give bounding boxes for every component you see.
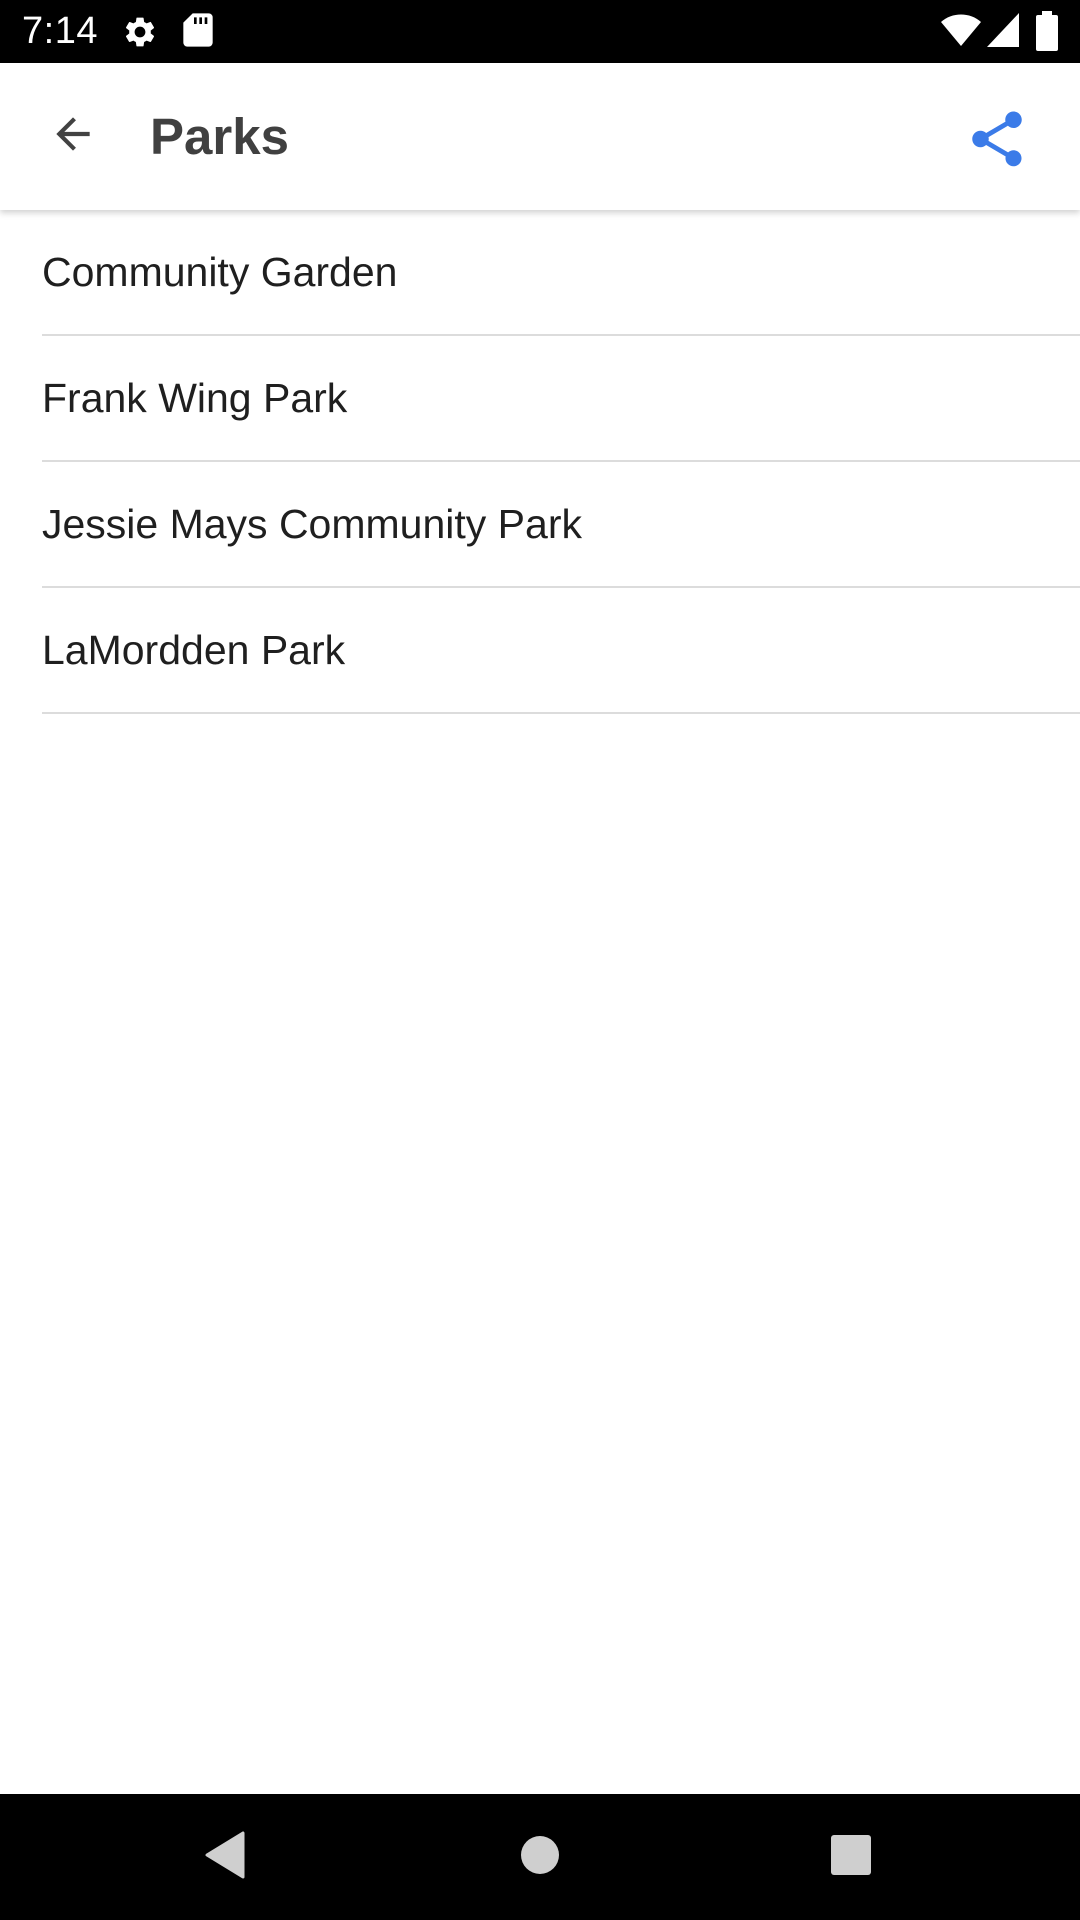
list-item[interactable]: Community Garden xyxy=(42,210,1080,336)
sd-card-icon xyxy=(182,12,214,53)
back-button[interactable] xyxy=(36,99,110,173)
wifi-icon xyxy=(940,13,982,52)
page-title: Parks xyxy=(150,108,289,165)
system-nav-bar xyxy=(0,1794,1080,1920)
battery-icon xyxy=(1036,11,1058,56)
back-triangle-icon xyxy=(203,1831,247,1884)
parks-list: Community Garden Frank Wing Park Jessie … xyxy=(0,210,1080,714)
share-icon xyxy=(964,106,1030,177)
recents-square-icon xyxy=(830,1834,872,1881)
list-item-label: Community Garden xyxy=(42,249,398,295)
home-circle-icon xyxy=(519,1834,561,1881)
status-time: 7:14 xyxy=(22,10,98,52)
share-button[interactable] xyxy=(955,99,1039,183)
arrow-back-icon xyxy=(48,109,98,164)
list-item-label: LaMordden Park xyxy=(42,627,346,673)
list-item[interactable]: LaMordden Park xyxy=(42,588,1080,714)
list-item[interactable]: Frank Wing Park xyxy=(42,336,1080,462)
settings-icon xyxy=(122,14,158,55)
nav-home-button[interactable] xyxy=(495,1812,585,1902)
nav-back-button[interactable] xyxy=(180,1812,270,1902)
nav-recents-button[interactable] xyxy=(806,1812,896,1902)
list-item-label: Jessie Mays Community Park xyxy=(42,501,582,547)
cell-signal-icon xyxy=(986,12,1020,53)
list-item-label: Frank Wing Park xyxy=(42,375,348,421)
list-item[interactable]: Jessie Mays Community Park xyxy=(42,462,1080,588)
app-bar: Parks xyxy=(0,63,1080,210)
status-bar: 7:14 xyxy=(0,0,1080,63)
